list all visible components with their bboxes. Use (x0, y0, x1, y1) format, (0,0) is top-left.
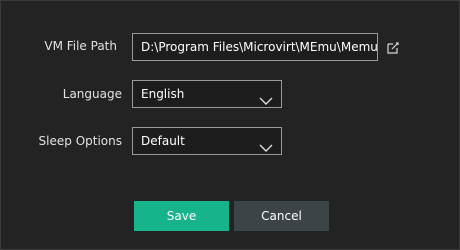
edit-pencil-icon[interactable] (386, 40, 400, 54)
sleep-options-label: Sleep Options (38, 134, 122, 148)
language-label: Language (62, 87, 122, 101)
chevron-down-icon (259, 136, 273, 152)
language-select-value: English (141, 87, 185, 101)
vm-file-path-label: VM File Path (44, 39, 117, 53)
vm-file-path-input[interactable]: D:\Program Files\Microvirt\MEmu\MemuHype… (132, 33, 378, 61)
language-select[interactable]: English (132, 80, 282, 108)
sleep-options-select-value: Default (141, 134, 185, 148)
sleep-options-select[interactable]: Default (132, 127, 282, 155)
settings-dialog: VM File Path D:\Program Files\Microvirt\… (0, 0, 460, 250)
cancel-button[interactable]: Cancel (234, 201, 329, 231)
save-button[interactable]: Save (134, 201, 229, 231)
chevron-down-icon (259, 89, 273, 105)
